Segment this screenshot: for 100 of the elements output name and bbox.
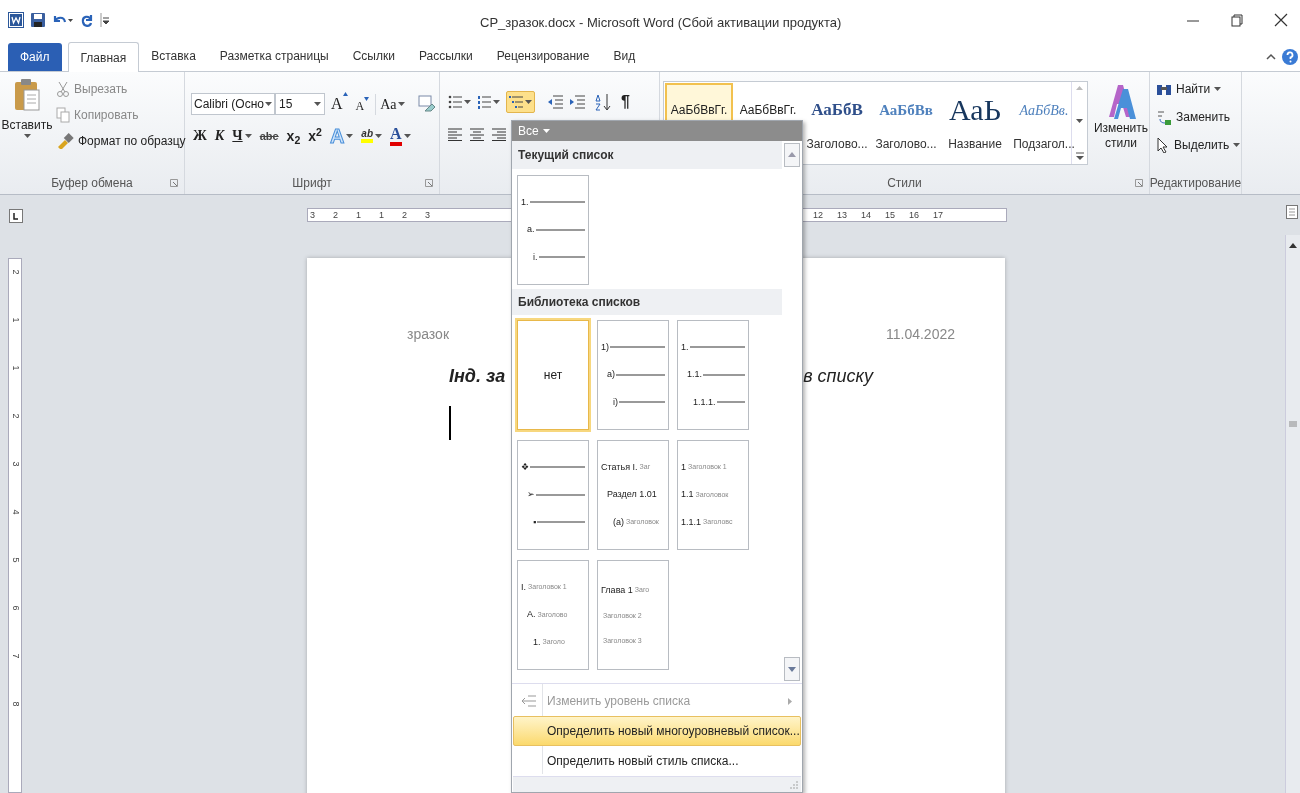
customize-toolbar-icon[interactable] xyxy=(100,13,110,27)
down-triangle-icon xyxy=(788,666,797,672)
list-style-option[interactable]: 1) a) i) xyxy=(597,319,669,430)
sort-icon[interactable] xyxy=(595,93,611,111)
format-painter-button[interactable]: Формат по образцу xyxy=(56,132,186,150)
ruler-number: 12 xyxy=(813,210,823,220)
ruler-number: 1 xyxy=(10,365,20,371)
shrink-font-button[interactable]: A xyxy=(353,93,372,115)
font-size-field[interactable]: 15 xyxy=(275,93,325,115)
list-style-option[interactable]: нет xyxy=(517,319,589,430)
file-tab[interactable]: Файл xyxy=(8,43,62,71)
font-format-button[interactable]: Ж xyxy=(193,129,207,143)
list-line xyxy=(619,401,665,404)
caret-icon[interactable] xyxy=(375,134,382,138)
list-line xyxy=(610,346,665,349)
caret-icon[interactable] xyxy=(493,100,500,104)
more-styles-icon[interactable] xyxy=(1075,152,1084,160)
style-item[interactable]: АаБбВ Заголово... xyxy=(803,83,871,163)
ribbon-tab[interactable]: Разметка страницы xyxy=(207,41,341,71)
list-number: a) xyxy=(607,368,615,382)
scroll-down-button[interactable] xyxy=(784,657,801,681)
menu-item[interactable]: Определить новый многоуровневый список... xyxy=(513,716,801,746)
caret-icon[interactable] xyxy=(403,134,411,138)
font-format-button[interactable]: x$_{2}$ xyxy=(286,129,301,143)
editing-button[interactable]: Заменить xyxy=(1156,108,1241,126)
font-format-button[interactable]: ab xyxy=(361,129,382,143)
menu-item[interactable]: Определить новый стиль списка... xyxy=(513,746,801,776)
ribbon-tab[interactable]: Главная xyxy=(67,42,140,72)
caret-icon[interactable] xyxy=(464,100,471,104)
caret-icon[interactable] xyxy=(1214,87,1222,91)
change-case-button[interactable]: Aa xyxy=(375,93,409,115)
ribbon-tab[interactable]: Рассылки xyxy=(406,41,485,71)
restore-icon[interactable] xyxy=(1230,13,1244,27)
view-ruler-icon[interactable] xyxy=(1286,205,1298,219)
vertical-scrollbar[interactable] xyxy=(1285,235,1300,793)
bullets-button[interactable] xyxy=(448,95,471,109)
editing-button[interactable]: Выделить xyxy=(1156,136,1241,154)
dialog-launcher-icon[interactable] xyxy=(425,179,433,187)
caret-icon[interactable] xyxy=(346,134,354,138)
list-style-option[interactable]: 1. 1.1. 1.1.1. xyxy=(677,319,749,430)
align-left-icon[interactable] xyxy=(448,128,462,141)
list-number: 1. xyxy=(521,195,529,209)
scroll-thumb-icon[interactable] xyxy=(1289,420,1297,428)
eraser-icon[interactable] xyxy=(416,95,435,113)
list-style-option[interactable]: ❖ ➢ ▪ xyxy=(517,439,589,550)
collapse-ribbon-icon[interactable] xyxy=(1266,52,1276,62)
list-line xyxy=(538,256,585,259)
caret-icon[interactable] xyxy=(397,102,405,106)
style-item[interactable]: АаБбВв Заголово... xyxy=(872,83,940,163)
align-right-icon[interactable] xyxy=(492,128,506,141)
list-number: ➢ xyxy=(527,488,535,502)
caret-icon[interactable] xyxy=(244,134,252,138)
scroll-up-icon[interactable] xyxy=(1289,243,1297,248)
word-logo-icon[interactable] xyxy=(8,12,24,28)
numbering-button[interactable] xyxy=(477,95,500,109)
ruler-number: 4 xyxy=(10,509,20,515)
heading-text: в списку xyxy=(803,365,873,388)
scroll-down-icon[interactable] xyxy=(1076,119,1083,123)
caret-icon[interactable] xyxy=(23,134,31,138)
font-format-button[interactable]: x$^{2}$ xyxy=(308,129,322,143)
ribbon-tab[interactable]: Вид xyxy=(601,41,648,71)
resize-grip-icon[interactable] xyxy=(790,780,798,789)
editing-button[interactable]: Найти xyxy=(1156,80,1241,98)
help-icon[interactable] xyxy=(1282,49,1298,65)
ribbon-tab[interactable]: Ссылки xyxy=(340,41,407,71)
increase-indent-icon[interactable] xyxy=(569,95,585,109)
list-number: 1.1.1 xyxy=(681,515,702,529)
ribbon-tab[interactable]: Вставка xyxy=(139,41,208,71)
caret-icon[interactable] xyxy=(525,100,532,104)
dialog-launcher-icon[interactable] xyxy=(1135,179,1143,187)
style-item[interactable]: АаЬ Название xyxy=(941,83,1009,163)
ruler-number: 1 xyxy=(10,317,20,323)
heading-text: Інд. за xyxy=(449,365,506,388)
save-icon[interactable] xyxy=(30,12,46,28)
caret-icon[interactable] xyxy=(542,128,550,133)
align-center-icon[interactable] xyxy=(470,128,484,141)
multilevel-list-button[interactable] xyxy=(506,91,535,113)
scroll-up-button[interactable] xyxy=(784,142,801,167)
redo-icon[interactable] xyxy=(80,12,94,28)
dialog-launcher-icon[interactable] xyxy=(170,179,178,187)
tab-selector-icon[interactable] xyxy=(9,209,23,223)
header-date: 11.04.2022 xyxy=(885,325,955,344)
caret-icon[interactable] xyxy=(314,102,321,106)
caret-icon[interactable] xyxy=(1233,143,1241,147)
font-format-button[interactable]: К xyxy=(214,129,225,143)
font-name-field[interactable]: Calibri (Осно xyxy=(191,93,275,115)
change-styles-button[interactable]: Изменить стили xyxy=(1094,81,1148,165)
font-format-button[interactable]: A xyxy=(390,126,411,146)
ribbon-tab[interactable]: Рецензирование xyxy=(484,41,602,71)
grow-font-button[interactable]: A xyxy=(329,92,350,116)
style-item[interactable]: АаБбВв. Подзагол... xyxy=(1010,83,1078,163)
close-icon[interactable] xyxy=(1274,13,1288,27)
show-formatting-button[interactable]: ¶ xyxy=(621,90,630,114)
font-format-button[interactable]: abe xyxy=(259,130,279,142)
font-format-button[interactable]: Ч xyxy=(232,129,252,143)
list-style-option[interactable]: 1. a. i. xyxy=(517,174,589,285)
decrease-indent-icon[interactable] xyxy=(547,95,563,109)
paste-button[interactable]: Вставить xyxy=(4,78,50,150)
list-line xyxy=(703,373,745,376)
caret-icon[interactable] xyxy=(265,102,272,106)
